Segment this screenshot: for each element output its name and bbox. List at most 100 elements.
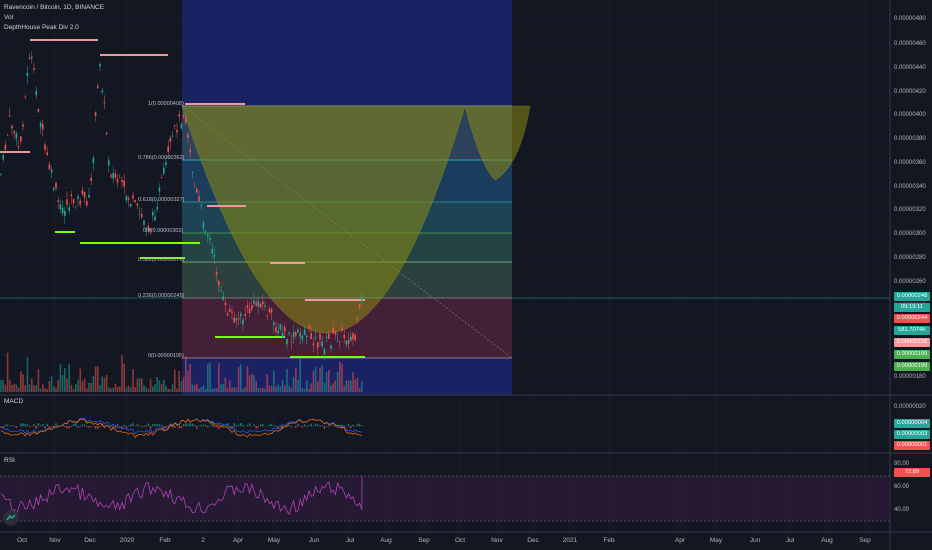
macd-histogram-bar	[13, 426, 15, 427]
price-tag: 581.7074K	[894, 326, 930, 335]
volume-bar	[185, 356, 187, 392]
macd-histogram-bar	[48, 426, 51, 428]
candle-body	[37, 108, 40, 112]
fib-label-0618: 0.618(0.00000327)	[138, 197, 185, 203]
macd-histogram-bar	[4, 424, 7, 427]
candle-body	[303, 329, 306, 335]
macd-histogram-bar	[279, 425, 282, 427]
peak-div-indicator-label[interactable]: DepthHouse Peak Div 2.0	[4, 23, 79, 32]
fib-label-1: 1(0.00000408)	[148, 101, 184, 107]
macd-histogram-bar	[92, 426, 95, 427]
time-axis-label: Jul	[785, 537, 795, 544]
candle-body	[167, 146, 169, 153]
volume-bar	[246, 366, 249, 392]
candle-body	[174, 125, 176, 126]
candle-body	[310, 333, 312, 339]
candle-body	[224, 302, 227, 305]
volume-bar	[101, 376, 103, 392]
candle-body	[64, 210, 66, 216]
volume-bar	[328, 370, 330, 392]
macd-histogram-bar	[158, 424, 161, 427]
macd-histogram-bar	[72, 424, 75, 427]
candle-body	[262, 301, 264, 305]
macd-histogram-bar	[70, 426, 73, 428]
volume-bar	[178, 371, 180, 392]
macd-histogram-bar	[185, 423, 187, 427]
candle-body	[92, 157, 95, 164]
candle-body	[268, 308, 271, 312]
macd-pane[interactable]	[0, 417, 363, 438]
volume-bar	[198, 388, 200, 392]
macd-histogram-bar	[20, 423, 22, 427]
macd-histogram-bar	[270, 423, 273, 427]
macd-histogram-bar	[299, 425, 301, 427]
candle-body	[288, 332, 290, 334]
candle-body	[242, 319, 244, 325]
volume-bar	[273, 370, 275, 392]
volume-bar	[132, 369, 134, 392]
volume-bar	[312, 370, 315, 392]
macd-histogram-bar	[275, 425, 277, 427]
macd-histogram-bar	[328, 424, 330, 427]
candle-body	[301, 336, 304, 340]
macd-histogram-bar	[290, 426, 293, 428]
volume-bar	[24, 385, 26, 392]
macd-histogram-bar	[182, 424, 185, 427]
macd-histogram-bar	[317, 424, 319, 427]
volume-bar	[167, 388, 169, 392]
macd-histogram-bar	[44, 426, 46, 429]
volume-bar	[141, 378, 143, 392]
candle-body	[226, 313, 229, 316]
rsi-label[interactable]: RSI	[4, 457, 15, 464]
macd-histogram-bar	[75, 423, 77, 427]
volume-bar	[317, 381, 319, 392]
macd-label[interactable]: MACD	[4, 398, 23, 405]
macd-histogram-bar	[248, 423, 251, 427]
price-axis-label: 0.00000400	[894, 112, 926, 118]
tradingview-logo-icon[interactable]	[3, 510, 19, 526]
volume-bar	[37, 369, 40, 392]
volume-bar	[354, 379, 356, 392]
macd-histogram-bar	[24, 423, 26, 427]
candle-body	[101, 90, 103, 92]
candle-body	[191, 171, 194, 173]
candle-body	[46, 152, 48, 156]
volume-bar	[182, 377, 185, 392]
price-tag: 0.00000244	[894, 314, 930, 323]
fib-label-0236: 0.236(0.00000245)	[138, 293, 185, 299]
volume-bar	[17, 387, 20, 392]
volume-bar	[68, 363, 70, 392]
volume-bar	[103, 377, 106, 392]
volume-bar	[270, 385, 273, 392]
macd-histogram-bar	[88, 426, 90, 428]
volume-bar	[143, 385, 145, 392]
time-axis-label: Oct	[454, 537, 466, 544]
volume-bar	[345, 380, 348, 392]
volume-bar	[59, 364, 62, 392]
volume-indicator-label[interactable]: Vol	[4, 13, 13, 22]
candle-body	[83, 191, 86, 198]
candle-body	[178, 114, 180, 117]
volume-bar	[299, 358, 301, 392]
price-axis-label: 0.00000180	[894, 374, 926, 380]
volume-bar	[211, 388, 213, 392]
candle-body	[182, 115, 185, 117]
volume-bar	[70, 384, 73, 392]
price-axis-label: 0.00000480	[894, 16, 926, 22]
symbol-title[interactable]: Ravencoin / Bitcoin, 1D, BINANCE	[4, 3, 104, 12]
candle-body	[237, 318, 240, 320]
macd-histogram-bar	[295, 426, 297, 429]
volume-bar	[193, 385, 196, 392]
candle-body	[15, 133, 18, 139]
macd-histogram-bar	[288, 425, 290, 427]
candle-body	[158, 187, 161, 192]
macd-histogram-bar	[268, 424, 271, 427]
candle-body	[189, 150, 191, 153]
chart-canvas[interactable]	[0, 0, 932, 550]
volume-bar	[116, 387, 119, 392]
volume-bar	[319, 367, 321, 392]
volume-bar	[191, 384, 194, 392]
volume-bar	[275, 386, 277, 392]
volume-bar	[4, 384, 7, 392]
candle-body	[138, 213, 141, 215]
